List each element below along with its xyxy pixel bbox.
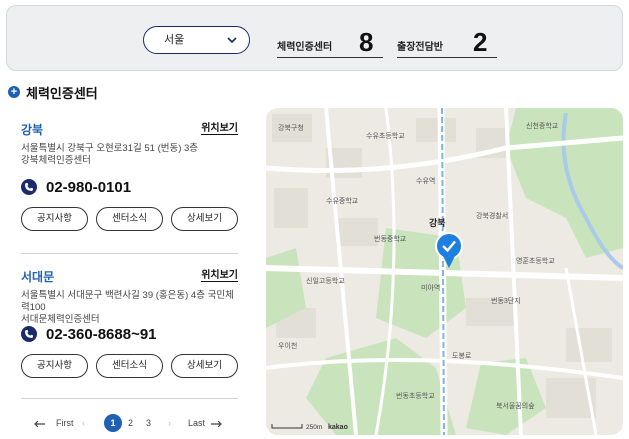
center-name: 강북: [21, 123, 44, 137]
center-phone: 02-980-0101: [21, 177, 238, 197]
map-view[interactable]: 강북구청 수유초등학교 수유역 수유중학교 번동중학교 강북경찰서 미아역 신일…: [266, 108, 623, 435]
address-line: 강북체력인증센터: [21, 155, 91, 166]
center-news-button[interactable]: 센터소식: [96, 207, 163, 231]
center-address: 서울특별시 서대문구 백련사길 39 (홍은동) 4층 국민체력100 서대문체…: [21, 290, 238, 325]
view-location-link[interactable]: 위치보기: [201, 270, 238, 282]
stat-label: 체력인증센터: [277, 42, 333, 53]
map-canvas[interactable]: 강북구청 수유초등학교 수유역 수유중학교 번동중학교 강북경찰서 미아역 신일…: [266, 108, 623, 435]
region-select[interactable]: 서울: [143, 26, 250, 54]
map-label: 번동초등학교: [396, 391, 435, 400]
map-label: 수유중학교: [326, 196, 359, 205]
divider: [21, 398, 238, 399]
map-label: 영훈초등학교: [516, 256, 555, 265]
phone-number: 02-360-8688~91: [46, 325, 157, 343]
filter-bar: 서울 체력인증센터 8 출장전담반 2: [6, 5, 623, 71]
stat-mobile-teams: 출장전담반 2: [397, 24, 497, 58]
center-card: 강북 위치보기 서울특별시 강북구 오현로31길 51 (번동) 3층 강북체력…: [21, 121, 238, 231]
phone-icon: [21, 326, 37, 342]
page-3[interactable]: 3: [146, 412, 151, 434]
center-name: 서대문: [21, 270, 55, 284]
map-label: 강북구청: [278, 123, 304, 132]
section-title: 체력인증센터: [26, 85, 98, 101]
stat-fitness-centers: 체력인증센터 8: [277, 24, 383, 58]
map-label: 강북경찰서: [476, 211, 508, 220]
center-news-button[interactable]: 센터소식: [96, 354, 163, 378]
divider: [21, 253, 238, 254]
map-label: 우이천: [278, 341, 297, 350]
address-line: 서울특별시 서대문구 백련사길 39 (홍은동) 4층 국민체력100: [21, 290, 234, 313]
plus-icon: +: [8, 86, 20, 98]
details-button[interactable]: 상세보기: [171, 207, 238, 231]
page-1[interactable]: 1: [104, 414, 122, 432]
map-label: 신천중학교: [526, 121, 559, 130]
map-label: 수유역: [416, 176, 435, 185]
page-2[interactable]: 2: [128, 412, 133, 434]
arrow-left-icon: [34, 420, 45, 428]
phone-number: 02-980-0101: [46, 178, 132, 196]
map-label: 도봉로: [452, 352, 472, 360]
scale-label: 250m: [306, 424, 322, 431]
section-heading: + 체력인증센터: [8, 84, 98, 101]
pagination: First ‹ 1 2 3 › Last: [30, 412, 230, 434]
region-select-value: 서울: [164, 34, 185, 46]
marker-label: 강북: [429, 217, 446, 228]
stat-label: 출장전담반: [397, 42, 443, 53]
center-card: 서대문 위치보기 서울특별시 서대문구 백련사길 39 (홍은동) 4층 국민체…: [21, 268, 238, 378]
map-label: 수유초등학교: [366, 131, 405, 140]
address-line: 서울특별시 강북구 오현로31길 51 (번동) 3층: [21, 143, 199, 154]
center-phone: 02-360-8688~91: [21, 324, 238, 344]
view-location-link[interactable]: 위치보기: [201, 123, 238, 135]
map-label: 번동3단지: [491, 296, 521, 305]
first-page-label[interactable]: First: [56, 412, 74, 434]
phone-icon: [21, 179, 37, 195]
map-label: 북서울꿈의숲: [496, 401, 535, 410]
first-page-button[interactable]: [34, 412, 46, 434]
map-label: 미아역: [421, 283, 440, 292]
prev-page-button[interactable]: ‹: [82, 412, 85, 434]
notice-button[interactable]: 공지사항: [21, 207, 88, 231]
last-page-label[interactable]: Last: [188, 412, 205, 434]
notice-button[interactable]: 공지사항: [21, 354, 88, 378]
map-label: 신일고등학교: [306, 276, 345, 285]
last-page-button[interactable]: [210, 412, 222, 434]
center-address: 서울특별시 강북구 오현로31길 51 (번동) 3층 강북체력인증센터: [21, 143, 238, 167]
map-provider-logo: kakao: [328, 424, 348, 431]
details-button[interactable]: 상세보기: [171, 354, 238, 378]
chevron-down-icon: [227, 37, 237, 44]
stat-value: 8: [359, 27, 374, 57]
map-label: 번동중학교: [374, 234, 407, 243]
next-page-button[interactable]: ›: [168, 412, 171, 434]
stat-value: 2: [473, 27, 488, 57]
arrow-right-icon: [211, 420, 222, 428]
